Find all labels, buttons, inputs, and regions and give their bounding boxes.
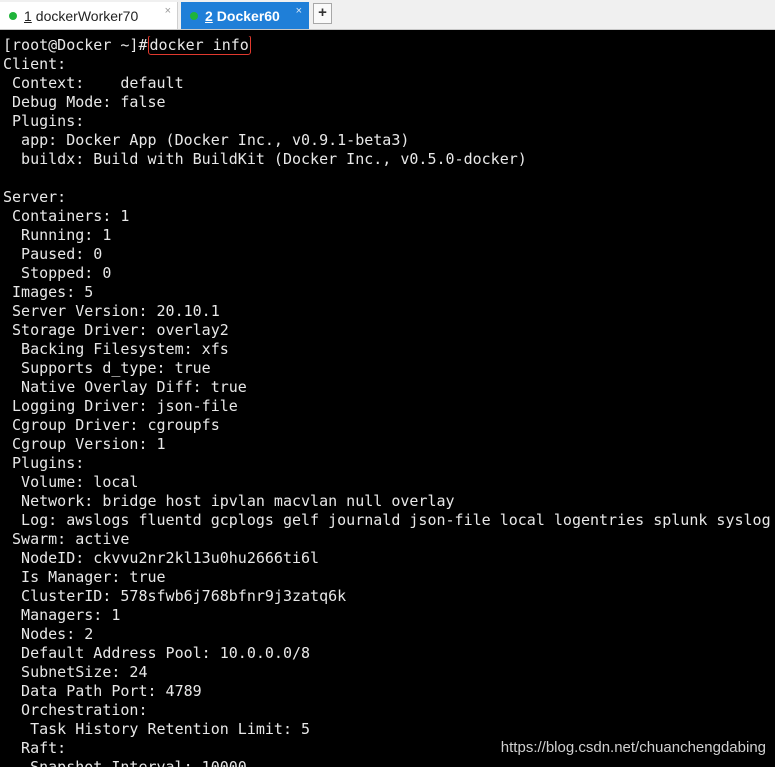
terminal-prompt-line: [root@Docker ~]# docker info <box>3 36 775 55</box>
command-output: Client: Context: default Debug Mode: fal… <box>3 55 775 767</box>
tab-docker60[interactable]: 2 Docker60 × <box>181 2 309 29</box>
tab-bar: 1 dockerWorker70 × 2 Docker60 × + <box>0 0 775 30</box>
terminal-line: Native Overlay Diff: true <box>3 378 247 396</box>
terminal-line: Default Address Pool: 10.0.0.0/8 <box>3 644 311 662</box>
terminal-line: Nodes: 2 <box>3 625 94 643</box>
terminal-line: buildx: Build with BuildKit (Docker Inc.… <box>3 150 527 168</box>
tab-title: Docker60 <box>216 7 280 24</box>
terminal-line: Cgroup Version: 1 <box>3 435 166 453</box>
terminal-line: Running: 1 <box>3 226 112 244</box>
terminal-line: Swarm: active <box>3 530 130 548</box>
shell-prompt: [root@Docker ~]# <box>3 36 148 54</box>
terminal-line: Storage Driver: overlay2 <box>3 321 229 339</box>
terminal-line: Volume: local <box>3 473 139 491</box>
watermark-url: https://blog.csdn.net/chuanchengdabing <box>500 739 766 756</box>
terminal-line: Is Manager: true <box>3 568 166 586</box>
tab-dockerworker70[interactable]: 1 dockerWorker70 × <box>0 2 178 29</box>
terminal-line: Network: bridge host ipvlan macvlan null… <box>3 492 455 510</box>
terminal-line: Client: <box>3 55 67 73</box>
terminal-line: Snapshot Interval: 10000 <box>3 758 247 767</box>
terminal-line: Backing Filesystem: xfs <box>3 340 229 358</box>
terminal-line: Plugins: <box>3 454 85 472</box>
terminal-line: Debug Mode: false <box>3 93 166 111</box>
new-tab-button[interactable]: + <box>313 3 332 24</box>
terminal-line: Context: default <box>3 74 184 92</box>
connected-status-icon <box>9 11 17 20</box>
tab-number: 1 <box>24 7 32 24</box>
terminal-line: app: Docker App (Docker Inc., v0.9.1-bet… <box>3 131 410 149</box>
terminal-line: Containers: 1 <box>3 207 130 225</box>
terminal-line: Data Path Port: 4789 <box>3 682 202 700</box>
terminal-line: Stopped: 0 <box>3 264 112 282</box>
terminal-output[interactable]: [root@Docker ~]# docker info Client: Cont… <box>3 36 775 767</box>
close-tab-icon[interactable]: × <box>296 5 302 17</box>
terminal-line: Server Version: 20.10.1 <box>3 302 220 320</box>
terminal-line: Supports d_type: true <box>3 359 211 377</box>
terminal-line: ClusterID: 578sfwb6j768bfnr9j3zatq6k <box>3 587 347 605</box>
close-tab-icon[interactable]: × <box>165 5 171 17</box>
tab-number: 2 <box>205 7 213 24</box>
terminal-line: NodeID: ckvvu2nr2kl13u0hu2666ti6l <box>3 549 320 567</box>
connected-status-icon <box>190 11 198 20</box>
terminal-line: Task History Retention Limit: 5 <box>3 720 311 738</box>
terminal-line: Managers: 1 <box>3 606 121 624</box>
terminal-line: SubnetSize: 24 <box>3 663 148 681</box>
terminal-line: Images: 5 <box>3 283 94 301</box>
tab-title: dockerWorker70 <box>35 7 139 24</box>
terminal-line: Plugins: <box>3 112 85 130</box>
terminal-line: Logging Driver: json-file <box>3 397 238 415</box>
terminal-line: Log: awslogs fluentd gcplogs gelf journa… <box>3 511 771 529</box>
terminal-line: Orchestration: <box>3 701 148 719</box>
typed-command: docker info <box>147 36 251 55</box>
terminal-line: Server: <box>3 188 67 206</box>
terminal-line: Cgroup Driver: cgroupfs <box>3 416 220 434</box>
terminal-line: Paused: 0 <box>3 245 103 263</box>
